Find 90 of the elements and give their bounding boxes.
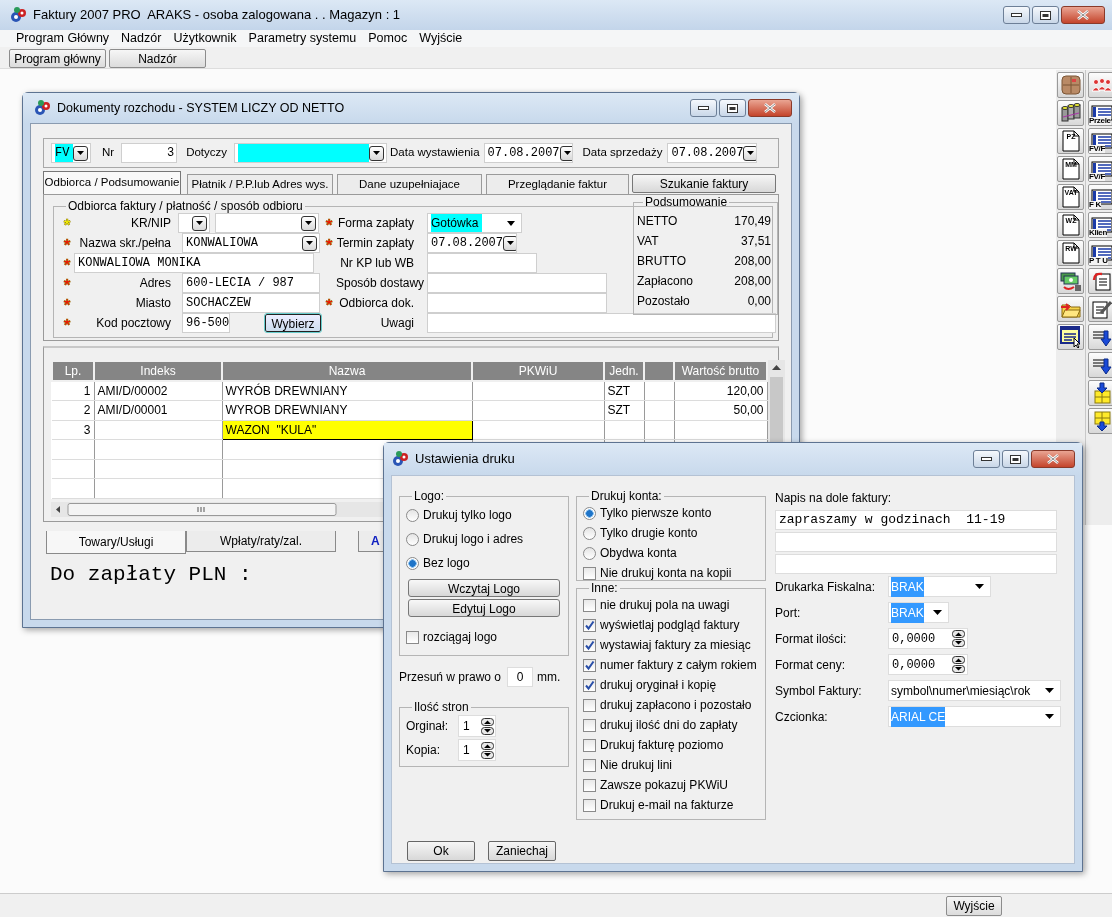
table-cell: 2 (52, 400, 94, 420)
total-label: Do zapłaty PLN : (50, 562, 252, 587)
radio-label: Bez logo (423, 555, 470, 572)
required-marker: * (63, 315, 71, 332)
table-cell: 50,00 (674, 400, 767, 420)
checkbox-label: numer faktury z całym rokiem (600, 657, 757, 674)
field-label: Drukarka Fiskalna: (775, 579, 877, 596)
field-label: Uwagi (379, 315, 415, 332)
checkbox-label: nie drukuj pola na uwagi (600, 597, 730, 614)
table-cell: 1 (52, 381, 94, 401)
field-label: Nr (102, 145, 115, 161)
required-marker: * (63, 275, 71, 292)
checkbox-label: drukuj oryginał i kopię (600, 677, 717, 694)
field-label: Dotyczy (186, 145, 228, 161)
required-marker: * (63, 295, 71, 312)
summary-label: Pozostało (637, 293, 690, 310)
summary-value: 208,00 (734, 273, 771, 290)
field-label: KR/NIP (130, 215, 172, 232)
unit-label: mm. (537, 669, 561, 686)
column-header: Nazwa (222, 361, 472, 381)
checkbox-label: drukuj ilość dni do zapłaty (600, 717, 738, 734)
field-label: Kod pocztowy (95, 315, 172, 332)
checkbox-label: drukuj zapłacono i pozostało (600, 697, 752, 714)
field-label: Format ceny: (775, 657, 847, 674)
summary-value: 0,00 (747, 293, 771, 310)
field-label: Symbol Faktury: (775, 683, 863, 700)
summary-label: BRUTTO (637, 253, 687, 270)
column-header: Lp. (52, 361, 94, 381)
column-header: Wartość brutto (674, 361, 767, 381)
field-label: Nazwa skr./pełna (78, 235, 172, 252)
column-header: PKWiU (472, 361, 604, 381)
field-label: Czcionka: (775, 709, 829, 726)
field-label: Napis na dole faktury: (775, 490, 893, 507)
summary-value: 170,49 (734, 213, 771, 230)
group-label: Ilość stron (413, 700, 470, 714)
required-marker: * (63, 215, 71, 232)
summary-label: VAT (637, 233, 659, 250)
table-cell: 3 (52, 420, 94, 440)
table-cell: AMI/D/00002 (94, 381, 222, 401)
summary-label: NETTO (637, 213, 678, 230)
field-label: Orginał: (406, 718, 450, 735)
field-label: Forma zapłaty (336, 215, 415, 232)
field-label: Odbiorca dok. (338, 295, 415, 312)
column-header: Jedn. (604, 361, 644, 381)
field-label: Przesuń w prawo o (399, 669, 502, 686)
field-label: Miasto (134, 295, 172, 312)
field-label: Format ilości: (775, 631, 848, 648)
window-title: Dokumenty rozchodu - SYSTEM LICZY OD NETTO (57, 99, 345, 117)
group-label: Podsumowanie (644, 195, 729, 209)
table-cell: SZT (604, 400, 644, 420)
field-label: Data sprzedaży (582, 145, 663, 161)
required-marker: * (325, 215, 333, 232)
radio-label: Drukuj logo i adres (423, 531, 524, 548)
required-marker: * (63, 235, 71, 252)
group-label: Logo: (413, 489, 446, 503)
checkbox-label: Nie drukuj lini (600, 757, 673, 774)
checkbox-label: Drukuj fakturę poziomo (600, 737, 724, 754)
required-marker: * (63, 255, 71, 272)
group-label: Odbiorca faktury / płatność / sposób odbioru (67, 199, 304, 213)
checkbox-label: wyświetlaj podgląd faktury (600, 617, 740, 634)
field-label: Adres (138, 275, 172, 292)
table-cell: WYROB DREWNIANY (222, 400, 472, 420)
radio-label: Obydwa konta (600, 545, 677, 562)
group-label: Inne: (590, 581, 619, 595)
field-label: Nr KP lub WB (339, 255, 415, 272)
table-cell: SZT (604, 381, 644, 401)
checkbox-label: Drukuj e-mail na fakturze (600, 797, 734, 814)
field-label: Port: (775, 605, 802, 622)
window-title: Faktury 2007 PRO ARAKS - osoba zalogowana . . Magazyn : 1 (33, 6, 401, 25)
checkbox-label: Nie drukuj konta na kopii (600, 565, 732, 582)
column-header: Indeks (94, 361, 222, 381)
summary-value: 37,51 (740, 233, 771, 250)
field-label: Data wystawienia (390, 145, 480, 161)
checkbox-label: rozciągaj logo (423, 629, 498, 646)
table-cell: WYRÓB DREWNIANY (222, 381, 472, 401)
window-title: Ustawienia druku (415, 450, 515, 469)
required-marker: * (325, 235, 333, 252)
summary-label: Zapłacono (637, 273, 694, 290)
summary-value: 208,00 (734, 253, 771, 270)
group-label: Drukuj konta: (590, 489, 663, 503)
field-label: Termin zapłaty (336, 235, 415, 252)
checkbox-label: Zawsze pokazuj PKWiU (600, 777, 729, 794)
field-label: Kopia: (406, 742, 442, 759)
radio-label: Tylko drugie konto (600, 525, 698, 542)
table-cell: AMI/D/00001 (94, 400, 222, 420)
radio-label: Drukuj tylko logo (423, 507, 512, 524)
table-cell: 120,00 (674, 381, 767, 401)
checkbox-label: wystawiaj faktury za miesiąc (600, 637, 751, 654)
radio-label: Tylko pierwsze konto (600, 505, 712, 522)
required-marker: * (325, 295, 333, 312)
